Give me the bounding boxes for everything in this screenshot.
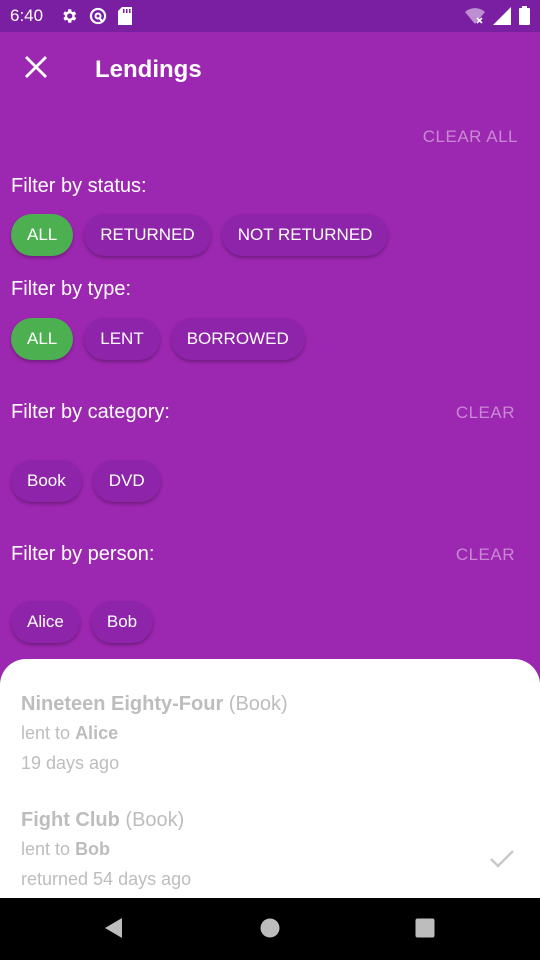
lending-item-name: Fight Club — [21, 809, 120, 831]
recents-icon — [414, 917, 436, 944]
lending-person: Alice — [75, 723, 119, 743]
lending-direction: lent to — [21, 723, 71, 743]
at-sign-icon — [88, 6, 108, 31]
status-chip-returned[interactable]: RETURNED — [84, 214, 211, 256]
back-button[interactable] — [99, 916, 127, 944]
type-chip-borrowed[interactable]: BORROWED — [170, 318, 305, 360]
home-icon — [259, 917, 281, 944]
check-icon — [489, 849, 515, 874]
type-chip-all[interactable]: ALL — [11, 318, 74, 360]
status-time: 6:40 — [10, 6, 44, 25]
category-filter-label: Filter by category: — [11, 401, 170, 423]
lending-person-line: lent to Bob — [21, 839, 521, 869]
category-clear-button[interactable]: CLEAR — [456, 403, 515, 423]
home-button[interactable] — [256, 916, 284, 944]
lendings-sheet: Nineteen Eighty-Four (Book) lent to Alic… — [0, 659, 540, 899]
lending-title: Nineteen Eighty-Four (Book) — [21, 693, 521, 723]
status-icons-left — [60, 6, 132, 31]
status-chip-all[interactable]: ALL — [11, 214, 74, 256]
lending-date: returned 54 days ago — [21, 869, 192, 889]
navigation-bar — [0, 898, 540, 960]
close-button[interactable] — [20, 53, 52, 85]
status-bar: 6:40 — [0, 0, 540, 32]
clear-all-button[interactable]: CLEAR ALL — [423, 127, 518, 147]
lending-item-type: (Book) — [125, 809, 185, 831]
category-chip-dvd[interactable]: DVD — [92, 460, 161, 502]
person-filter-label: Filter by person: — [11, 543, 155, 565]
category-filter-chips: Book DVD — [11, 460, 161, 502]
sd-card-icon — [118, 7, 132, 30]
type-chip-lent[interactable]: LENT — [84, 318, 160, 360]
recents-button[interactable] — [411, 916, 439, 944]
signal-icon — [493, 6, 511, 30]
status-icons-right — [465, 6, 530, 30]
lending-item[interactable]: Nineteen Eighty-Four (Book) lent to Alic… — [21, 693, 521, 783]
person-chip-alice[interactable]: Alice — [11, 601, 80, 643]
lending-person: Bob — [75, 839, 111, 859]
lending-title: Fight Club (Book) — [21, 809, 521, 839]
lending-person-line: lent to Alice — [21, 723, 521, 753]
lending-item-name: Nineteen Eighty-Four — [21, 693, 224, 715]
page-title: Lendings — [95, 56, 202, 83]
app-bar: Lendings — [0, 32, 540, 106]
lending-direction: lent to — [21, 839, 71, 859]
wifi-off-icon — [465, 7, 485, 30]
lending-item[interactable]: Fight Club (Book) lent to Bob returned 5… — [21, 809, 521, 899]
category-chip-book[interactable]: Book — [11, 460, 82, 502]
status-chip-not-returned[interactable]: NOT RETURNED — [221, 214, 389, 256]
type-filter-label: Filter by type: — [11, 278, 132, 300]
type-filter-chips: ALL LENT BORROWED — [11, 318, 305, 360]
gear-icon — [60, 7, 78, 30]
battery-icon — [519, 6, 530, 30]
close-icon — [25, 55, 47, 83]
status-filter-label: Filter by status: — [11, 175, 147, 197]
back-icon — [102, 916, 124, 945]
status-filter-chips: ALL RETURNED NOT RETURNED — [11, 214, 389, 256]
lending-item-type: (Book) — [228, 693, 288, 715]
person-chip-bob[interactable]: Bob — [90, 601, 154, 643]
person-filter-chips: Alice Bob — [11, 601, 154, 643]
person-clear-button[interactable]: CLEAR — [456, 545, 515, 565]
lending-date: 19 days ago — [21, 753, 120, 773]
